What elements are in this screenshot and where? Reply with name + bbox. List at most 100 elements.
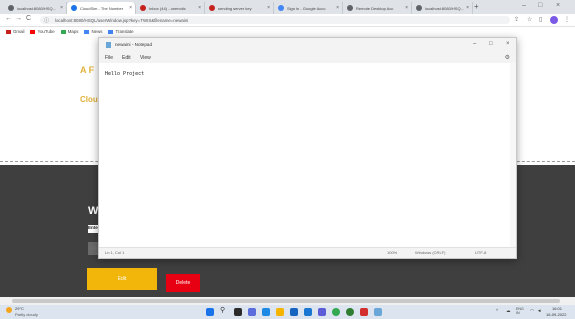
notepad-menubar: File Edit View ⚙ [99, 52, 516, 63]
weather-desc: Partly cloudy [15, 312, 38, 317]
tab-label: Remote Desktop Acc [356, 5, 394, 11]
new-tab-plus-icon[interactable]: + [474, 2, 479, 11]
back-arrow-icon[interactable]: ← [5, 15, 12, 22]
profile-avatar[interactable] [550, 16, 558, 24]
windows-taskbar: 29°C Partly cloudy ⚲ ^ ☁ ENG IN ◠ ◄ 16:0… [0, 305, 575, 319]
star-icon[interactable]: ☆ [527, 16, 532, 23]
globe-icon [416, 5, 422, 11]
forward-arrow-icon[interactable]: → [15, 15, 22, 22]
wifi-icon[interactable]: ◠ [530, 308, 534, 314]
store-icon[interactable] [290, 308, 298, 316]
scrollbar-thumb[interactable] [12, 299, 560, 303]
maps-icon [60, 29, 66, 34]
share-icon[interactable]: ⇪ [514, 16, 519, 23]
bookmark-label: Maps [67, 29, 79, 34]
url-bar[interactable]: ⓘ localhost:8080/HSQL/userWindow.jsp?key… [40, 16, 510, 24]
horizontal-scrollbar[interactable] [0, 297, 575, 305]
close-icon[interactable]: × [336, 5, 339, 11]
bookmark-youtube[interactable]: YouTube [30, 29, 55, 34]
bookmark-label: Translate [115, 29, 134, 34]
start-windows-icon[interactable] [206, 308, 214, 316]
section-title: W [88, 205, 99, 217]
tab-localhost-2[interactable]: localhost:8080/HSQ... × [412, 2, 473, 14]
bookmark-label: YouTube [37, 29, 55, 34]
close-icon[interactable]: × [466, 5, 469, 11]
volume-icon[interactable]: ◄ [537, 308, 541, 313]
menu-dots-icon[interactable]: ⋮ [564, 16, 570, 23]
close-icon[interactable]: × [405, 5, 408, 11]
app-icon[interactable] [318, 308, 326, 316]
minimize-icon[interactable]: – [473, 41, 476, 47]
bookmark-translate[interactable]: Translate [108, 29, 134, 34]
weather-temp: 29°C [15, 306, 24, 311]
tab-localhost-1[interactable]: localhost:8080/HSQ... × [4, 2, 67, 14]
tab-label: CloudSim - The Number [80, 5, 124, 11]
search-icon[interactable]: ⚲ [220, 306, 228, 314]
tab-remote-desktop[interactable]: Remote Desktop Acc × [343, 2, 412, 14]
tab-sending-server[interactable]: sending server key × [205, 2, 274, 14]
bookmark-gmail[interactable]: Gmail [6, 29, 24, 34]
page-heading: A F [80, 65, 95, 75]
maximize-icon[interactable]: □ [538, 2, 542, 9]
maximize-icon[interactable]: □ [489, 41, 493, 47]
close-icon[interactable]: × [506, 41, 510, 47]
clock-date[interactable]: 16-09-2022 [546, 312, 566, 317]
file-explorer-icon[interactable] [276, 308, 284, 316]
reload-icon[interactable]: C [26, 15, 31, 22]
app-icon[interactable] [360, 308, 368, 316]
tab-label: localhost:8080/HSQ... [17, 5, 56, 11]
edit-button[interactable]: Edit [87, 268, 157, 290]
notepad-icon [106, 42, 111, 48]
settings-gear-icon[interactable]: ⚙ [505, 54, 510, 61]
notepad-text-area[interactable]: Hello Project [105, 71, 144, 77]
tab-google-signin[interactable]: Sign in - Google Acco × [274, 2, 343, 14]
menu-edit[interactable]: Edit [122, 55, 131, 61]
close-window-icon[interactable]: × [556, 2, 560, 9]
bookmark-maps[interactable]: Maps [60, 29, 79, 34]
gmail-icon [6, 29, 11, 34]
cloudsim-icon [71, 5, 77, 11]
weather-icon[interactable] [6, 307, 12, 313]
cursor-position: Ln 1, Col 1 [105, 250, 125, 255]
news-icon [84, 29, 90, 34]
tab-inbox[interactable]: Inbox (44) - onenotic × [136, 2, 205, 14]
close-icon[interactable]: × [60, 5, 63, 11]
mail-icon[interactable] [304, 308, 312, 316]
browser-tab-strip: localhost:8080/HSQ... × CloudSim - The N… [0, 0, 575, 14]
page-subheading: Clou [80, 95, 98, 104]
notepad-taskbar-icon[interactable] [374, 308, 382, 316]
bookmark-news[interactable]: News [84, 29, 102, 34]
vertical-scrollbar[interactable] [510, 63, 516, 249]
bookmarks-bar: Gmail YouTube Maps News Translate [0, 27, 575, 36]
chrome-icon[interactable] [332, 308, 340, 316]
delete-button[interactable]: Delete [166, 274, 200, 292]
clock-time[interactable]: 16:01 [552, 306, 562, 311]
globe-icon [8, 5, 14, 11]
app-icon[interactable] [346, 308, 354, 316]
notepad-titlebar[interactable]: newaini - Notepad – □ × [99, 38, 516, 52]
info-icon[interactable]: ⓘ [44, 17, 49, 24]
encoding: UTF-8 [475, 250, 487, 255]
task-view-icon[interactable] [234, 308, 242, 316]
gmail-icon [140, 5, 146, 11]
bookmark-label: Gmail [13, 29, 25, 34]
menu-view[interactable]: View [140, 55, 151, 61]
edge-icon[interactable] [262, 308, 270, 316]
google-icon [278, 5, 284, 11]
zoom-level: 100% [387, 250, 398, 255]
tab-label: localhost:8080/HSQ... [425, 5, 464, 11]
sidepanel-icon[interactable]: ▯ [539, 16, 542, 23]
chat-icon[interactable] [248, 308, 256, 316]
close-icon[interactable]: × [198, 5, 201, 11]
minimize-icon[interactable]: – [522, 2, 526, 9]
cloud-icon[interactable]: ☁ [506, 308, 511, 314]
remote-desktop-icon [347, 5, 353, 11]
bookmark-label: News [91, 29, 103, 34]
menu-file[interactable]: File [105, 55, 113, 61]
close-icon[interactable]: × [129, 5, 132, 11]
language-indicator[interactable]: ENG IN [516, 307, 526, 315]
address-toolbar: ← → C ⓘ localhost:8080/HSQL/userWindow.j… [0, 14, 575, 27]
chevron-up-icon[interactable]: ^ [496, 308, 498, 313]
tab-cloudsim[interactable]: CloudSim - The Number × [67, 2, 136, 14]
close-icon[interactable]: × [267, 5, 270, 11]
